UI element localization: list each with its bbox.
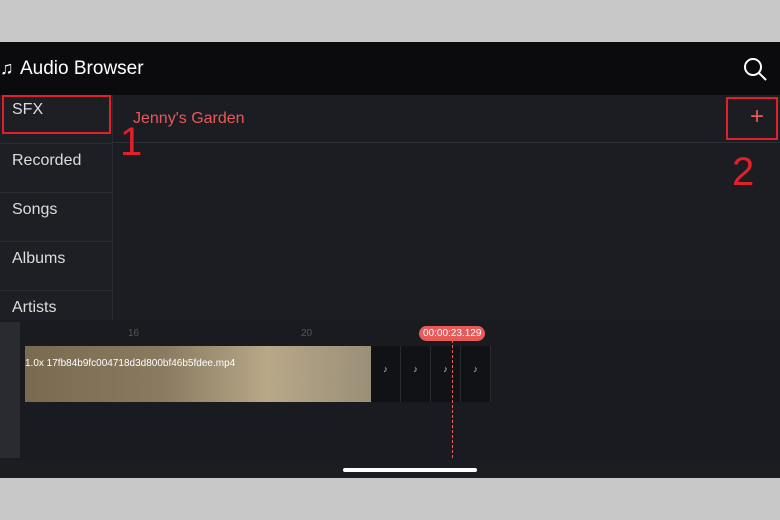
sidebar-item-albums[interactable]: Albums <box>0 242 112 291</box>
header: ♫ Audio Browser <box>0 42 780 95</box>
audio-list: Jenny's Garden + <box>113 95 780 320</box>
audio-icon: ♪ <box>401 346 431 402</box>
time-ruler[interactable]: 16 20 <box>25 322 780 344</box>
sidebar-item-songs[interactable]: Songs <box>0 193 112 242</box>
annotation-2: 2 <box>732 150 755 194</box>
timeline-tools[interactable] <box>0 322 20 458</box>
video-clip[interactable]: 1.0x 17fb84b9fc004718d3d800bf46b5fdee.mp… <box>25 346 371 402</box>
search-icon[interactable] <box>742 56 768 82</box>
music-note-icon: ♫ <box>0 58 14 78</box>
highlight-box-1 <box>2 95 111 134</box>
item-title: Jenny's Garden <box>133 110 245 127</box>
ruler-mark: 20 <box>301 328 313 339</box>
ruler-mark: 16 <box>128 328 140 339</box>
playhead[interactable] <box>452 340 453 458</box>
audio-icon: ♪ <box>461 346 491 402</box>
audio-track[interactable]: ♪ ♪ ♪ ♪ <box>371 346 491 402</box>
page-title: Audio Browser <box>20 58 144 79</box>
list-item[interactable]: Jenny's Garden + <box>113 95 780 143</box>
sidebar-item-recorded[interactable]: Recorded <box>0 144 112 193</box>
highlight-box-2 <box>726 97 778 140</box>
home-indicator[interactable] <box>343 468 477 472</box>
playhead-time: 00:00:23.129 <box>419 326 486 341</box>
clip-label: 1.0x 17fb84b9fc004718d3d800bf46b5fdee.mp… <box>25 358 236 369</box>
timeline[interactable]: 16 20 00:00:23.129 1.0x 17fb84b9fc004718… <box>0 320 780 460</box>
audio-icon: ♪ <box>371 346 401 402</box>
app-screen: ♫ Audio Browser SFX Recorded Songs Album… <box>0 42 780 478</box>
annotation-1: 1 <box>120 120 143 164</box>
audio-icon: ♪ <box>431 346 461 402</box>
